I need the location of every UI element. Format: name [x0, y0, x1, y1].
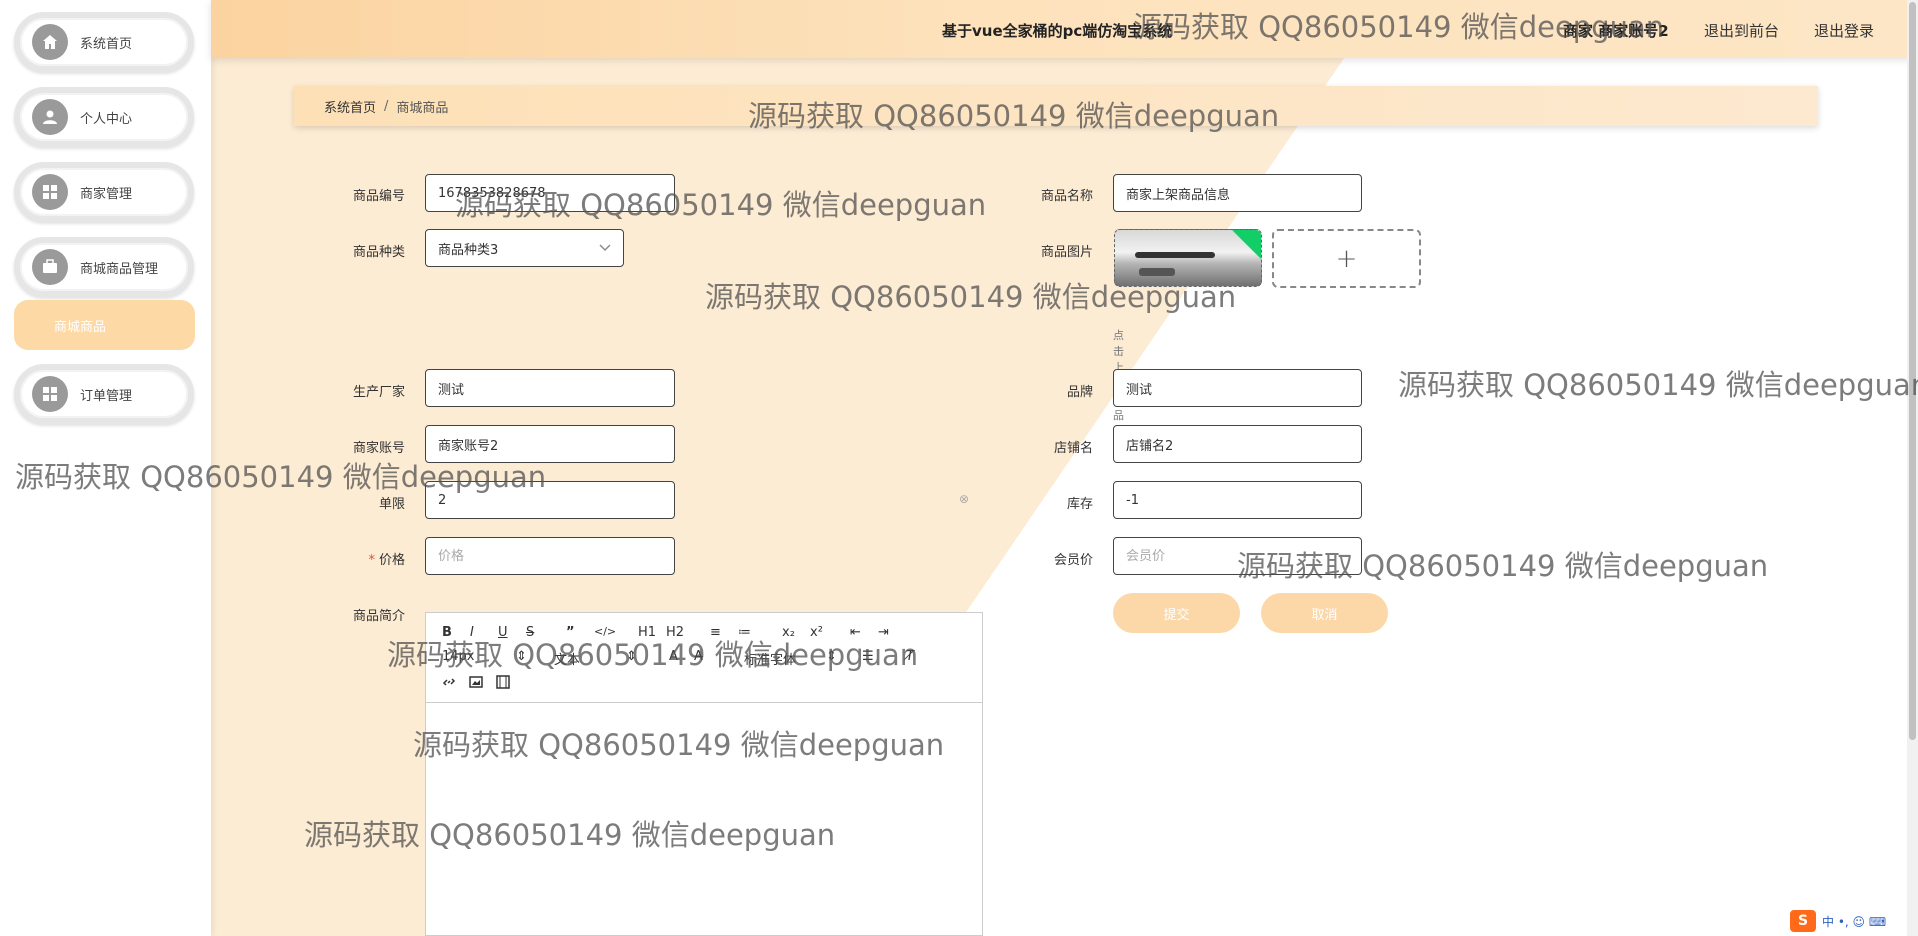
align-icon[interactable]: ☰ [862, 649, 874, 664]
sidebar-item-label: 系统首页 [80, 36, 133, 52]
category-select-value: 商品种类3 [438, 242, 499, 258]
sidebar-item-home[interactable]: 系统首页 [14, 12, 194, 72]
editor-toolbar: B I U S ” </> H1 H2 ≡ ≔ x₂ x² ⇤ ⇥ 14px ⇕… [426, 613, 982, 703]
breadcrumb: 系统首页 / 商城商品 [294, 86, 1818, 126]
heading-select[interactable]: 标准字体 [744, 649, 796, 668]
shop-input[interactable] [1113, 425, 1362, 463]
font-size-select[interactable]: 14px [442, 649, 475, 664]
intro-label: 商品简介 [352, 609, 405, 624]
merchant-label: 商家账号 [352, 441, 405, 456]
breadcrumb-separator: / [384, 98, 389, 114]
bold-button[interactable]: B [442, 625, 452, 640]
scrollbar-thumb[interactable] [1909, 2, 1916, 740]
outdent-button[interactable]: ⇤ [850, 625, 861, 640]
image-icon[interactable] [469, 675, 483, 693]
upload-success-badge [1232, 230, 1261, 259]
strike-button[interactable]: S [526, 625, 534, 640]
bullet-list-button[interactable]: ≔ [738, 625, 751, 640]
brand-input[interactable] [1113, 369, 1362, 407]
sidebar-subitem-mall-products[interactable]: 商城商品 [14, 300, 195, 350]
vip-price-input[interactable] [1113, 537, 1362, 575]
stock-label: 库存 [1066, 497, 1093, 512]
product-image-thumbnail[interactable] [1114, 229, 1262, 287]
code-label: 商品编号 [352, 189, 405, 204]
logout-link[interactable]: 退出登录 [1814, 20, 1874, 41]
app-title: 基于vue全家桶的pc端仿淘宝系统 [942, 22, 1173, 40]
superscript-button[interactable]: x² [810, 625, 823, 640]
sogou-logo-icon: S [1790, 910, 1816, 932]
vertical-scrollbar[interactable] [1907, 0, 1918, 936]
grid-icon [32, 174, 68, 210]
brand-label: 品牌 [1066, 385, 1093, 400]
sort-icon[interactable]: ⇕ [826, 649, 837, 664]
back-to-frontend-link[interactable]: 退出到前台 [1704, 20, 1779, 41]
ordered-list-button[interactable]: ≡ [710, 625, 721, 640]
code-input[interactable] [425, 174, 675, 212]
stock-input[interactable] [1113, 481, 1362, 519]
sort-icon[interactable]: ⇕ [516, 649, 527, 664]
user-icon [32, 99, 68, 135]
required-mark: * [368, 553, 375, 568]
link-icon[interactable] [442, 675, 456, 693]
name-label: 商品名称 [1040, 189, 1093, 204]
indent-button[interactable]: ⇥ [878, 625, 889, 640]
italic-button[interactable]: I [470, 625, 474, 640]
top-header: 基于vue全家桶的pc端仿淘宝系统 商家 商家账号2 退出到前台 退出登录 [211, 0, 1918, 58]
editor-content[interactable] [426, 703, 982, 935]
blockquote-button[interactable]: ” [566, 625, 575, 640]
h2-button[interactable]: H2 [666, 625, 684, 640]
grid-icon [32, 376, 68, 412]
breadcrumb-current: 商城商品 [396, 100, 449, 116]
briefcase-icon [32, 249, 68, 285]
image-label: 商品图片 [1040, 245, 1093, 260]
sidebar-item-label: 订单管理 [80, 388, 133, 404]
sidebar-item-merchants[interactable]: 商家管理 [14, 162, 194, 222]
maker-label: 生产厂家 [352, 385, 405, 400]
submit-button[interactable]: 提交 [1113, 593, 1240, 633]
price-input[interactable] [425, 537, 675, 575]
h1-button[interactable]: H1 [638, 625, 656, 640]
maker-input[interactable] [425, 369, 675, 407]
merchant-input[interactable] [425, 425, 675, 463]
current-account: 商家 商家账号2 [1563, 22, 1669, 40]
sort-icon[interactable]: ⇕ [626, 649, 637, 664]
font-color-icon[interactable]: A [669, 649, 678, 664]
price-label-text: 价格 [378, 553, 405, 568]
code-block-button[interactable]: </> [594, 625, 616, 638]
home-icon [32, 24, 68, 60]
name-input[interactable] [1113, 174, 1362, 212]
cancel-button[interactable]: 取消 [1261, 593, 1388, 633]
rich-text-editor: B I U S ” </> H1 H2 ≡ ≔ x₂ x² ⇤ ⇥ 14px ⇕… [425, 612, 983, 936]
sidebar-item-profile[interactable]: 个人中心 [14, 87, 194, 147]
breadcrumb-home[interactable]: 系统首页 [324, 97, 376, 116]
sidebar-item-label: 商家管理 [80, 186, 133, 202]
background-color-icon[interactable]: A̶ [694, 649, 703, 664]
vip-price-label: 会员价 [1053, 553, 1093, 568]
sidebar-item-label: 个人中心 [80, 111, 133, 127]
image-upload-button[interactable]: + [1272, 229, 1421, 288]
sidebar-item-orders[interactable]: 订单管理 [14, 364, 194, 424]
limit-label: 单限 [378, 497, 405, 512]
sidebar: 系统首页 个人中心 商家管理 商城商品管理 商城商品 订单管理 [0, 0, 211, 936]
thumbnail-base-shape [1139, 268, 1175, 276]
price-label: * 价格 [285, 549, 405, 568]
shop-label: 店铺名 [1053, 441, 1093, 456]
thumbnail-lamp-shape [1135, 252, 1215, 258]
ime-status-text: 中 •, ☺ ⌨ [1822, 914, 1887, 929]
plus-icon: + [1335, 243, 1358, 274]
subscript-button[interactable]: x₂ [782, 625, 795, 640]
chevron-down-icon [599, 241, 611, 256]
category-label: 商品种类 [352, 245, 405, 260]
sidebar-item-products[interactable]: 商城商品管理 [14, 237, 194, 297]
font-family-select[interactable]: 文本 [554, 649, 580, 668]
limit-input[interactable] [425, 481, 675, 519]
underline-button[interactable]: U [498, 625, 508, 640]
ime-toolbar[interactable]: S 中 •, ☺ ⌨ [1790, 906, 1918, 936]
sidebar-subitem-label: 商城商品 [54, 319, 107, 335]
clear-format-icon[interactable]: T̸ [906, 649, 914, 664]
category-select[interactable]: 商品种类3 [425, 229, 624, 267]
video-icon[interactable] [496, 675, 510, 693]
clear-icon[interactable]: ⊗ [959, 492, 969, 506]
sidebar-item-label: 商城商品管理 [80, 261, 159, 277]
